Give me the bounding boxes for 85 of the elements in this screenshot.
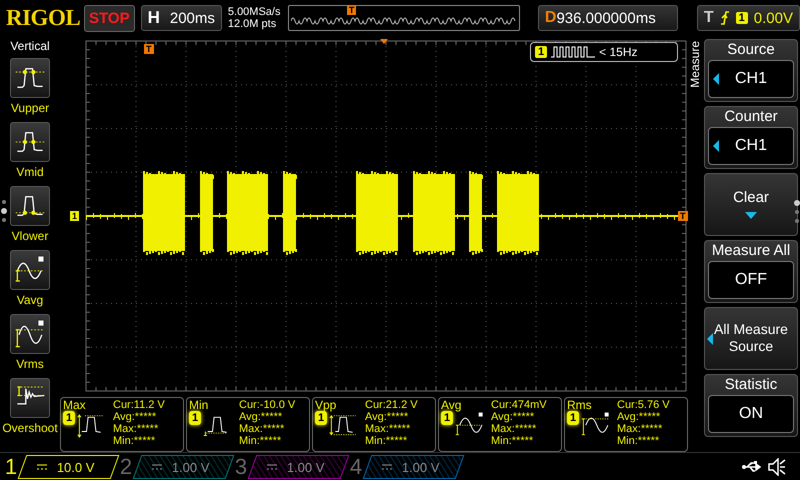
rms-measure-icon <box>14 318 46 350</box>
trigger-position-icon <box>380 39 388 44</box>
channel-badge: 1 <box>189 411 202 425</box>
average-value: Avg:***** <box>617 411 662 423</box>
channel-badge: 1 <box>63 411 76 425</box>
measurement-name: Min <box>189 399 210 411</box>
channel-badge: 1 <box>315 411 328 425</box>
measure-type-button[interactable] <box>10 122 50 162</box>
average-value: Avg:***** <box>239 411 284 423</box>
pulse-train-icon <box>551 46 596 58</box>
measurement-name: Rms <box>567 399 593 411</box>
maximum-value: Max:***** <box>365 423 412 435</box>
timebase-field[interactable]: H 200ms <box>140 5 222 31</box>
left-arrow-icon <box>707 332 713 344</box>
minimum-value: Min:***** <box>365 435 408 447</box>
trigger-position-marker: T <box>346 5 356 15</box>
maximum-value: Max:***** <box>491 423 538 435</box>
minimum-value: Min:***** <box>491 435 534 447</box>
left-arrow-icon <box>713 140 719 152</box>
measure-type-button[interactable] <box>10 58 50 98</box>
measure-type-label: Vmid <box>16 165 44 179</box>
channel-badge: 1 <box>736 12 748 24</box>
run-stop-status[interactable]: STOP <box>84 4 135 32</box>
trigger-field[interactable]: T 1 0.00V <box>696 5 800 31</box>
current-value: Cur:474mV <box>491 399 548 411</box>
measure-type-label: Vupper <box>10 101 50 115</box>
measure-type-label: Overshoot <box>2 421 58 435</box>
trigger-level: 0.00V <box>754 10 793 26</box>
minimum-value: Min:***** <box>239 435 282 447</box>
memory-depth: 12.0M pts <box>228 18 278 30</box>
delay-field[interactable]: D936.000000ms <box>538 5 678 31</box>
minimum-value: Min:***** <box>113 435 156 447</box>
maximum-value: Max:***** <box>113 423 160 435</box>
trigger-level-marker: T <box>678 211 688 221</box>
measurement-name: Avg <box>441 399 462 411</box>
minimum-value: Min:***** <box>617 435 660 447</box>
current-value: Cur:11.2 V <box>113 399 166 411</box>
channel-badge: 1 <box>567 411 580 425</box>
channel-scale-button[interactable]: 1.00 V <box>132 454 234 478</box>
current-value: Cur:5.76 V <box>617 399 671 411</box>
maximum-value: Max:***** <box>239 423 286 435</box>
dc-coupling-icon <box>382 464 392 470</box>
page-indicator-icon <box>1 199 7 223</box>
measure-type-button[interactable] <box>10 314 50 354</box>
measure-type-button[interactable] <box>10 378 50 418</box>
menu-option-button[interactable]: Counter CH1 <box>704 106 798 169</box>
page-indicator-icon <box>794 200 800 224</box>
menu-option-button[interactable]: Measure All OFF <box>704 240 798 303</box>
measure-type-label: Vavg <box>16 293 44 307</box>
left-arrow-icon <box>713 73 719 85</box>
channel-badge: 1 <box>535 46 548 58</box>
measure-type-button[interactable] <box>10 186 50 226</box>
panel-title: Vertical <box>10 39 50 53</box>
menu-option-button[interactable]: All Measure Source <box>704 307 798 370</box>
menu-title: Measure <box>688 41 702 88</box>
measurement-name: Vpp <box>315 399 338 411</box>
channel-scale-button[interactable]: 1.00 V <box>362 454 464 478</box>
menu-option-button[interactable]: Source CH1 <box>704 39 798 102</box>
average-value: Avg:***** <box>491 411 536 423</box>
dc-coupling-icon <box>267 464 277 470</box>
current-value: Cur:-10.0 V <box>239 399 296 411</box>
maximum-value: Max:***** <box>617 423 664 435</box>
current-value: Cur:21.2 V <box>365 399 419 411</box>
dc-coupling-icon <box>152 464 162 470</box>
rising-edge-icon <box>720 10 730 26</box>
trigger-time-marker: T <box>144 44 154 54</box>
usb-icon <box>742 460 762 472</box>
channel-offset-marker: 1 <box>70 211 80 221</box>
menu-action-button[interactable]: Clear <box>704 173 798 236</box>
sample-rate: 5.00MSa/s <box>228 6 282 18</box>
speaker-muted-icon <box>768 458 786 476</box>
average-value: Avg:***** <box>113 411 158 423</box>
down-arrow-icon <box>745 212 757 218</box>
measure-type-label: Vrms <box>16 357 44 371</box>
channel-scale-button[interactable]: 1.00 V <box>248 454 350 478</box>
channel-badge: 1 <box>441 411 454 425</box>
average-value: Avg:***** <box>365 411 410 423</box>
dc-coupling-icon <box>37 464 47 470</box>
measure-type-label: Vlower <box>12 229 48 243</box>
channel-scale-button[interactable]: 10.0 V <box>18 454 120 478</box>
menu-option-button[interactable]: Statistic ON <box>704 374 798 437</box>
measurement-name: Max <box>63 399 87 411</box>
measure-type-button[interactable] <box>10 250 50 290</box>
counter-reading: < 15Hz <box>599 45 638 59</box>
brand-logo: RIGOL <box>6 5 80 31</box>
